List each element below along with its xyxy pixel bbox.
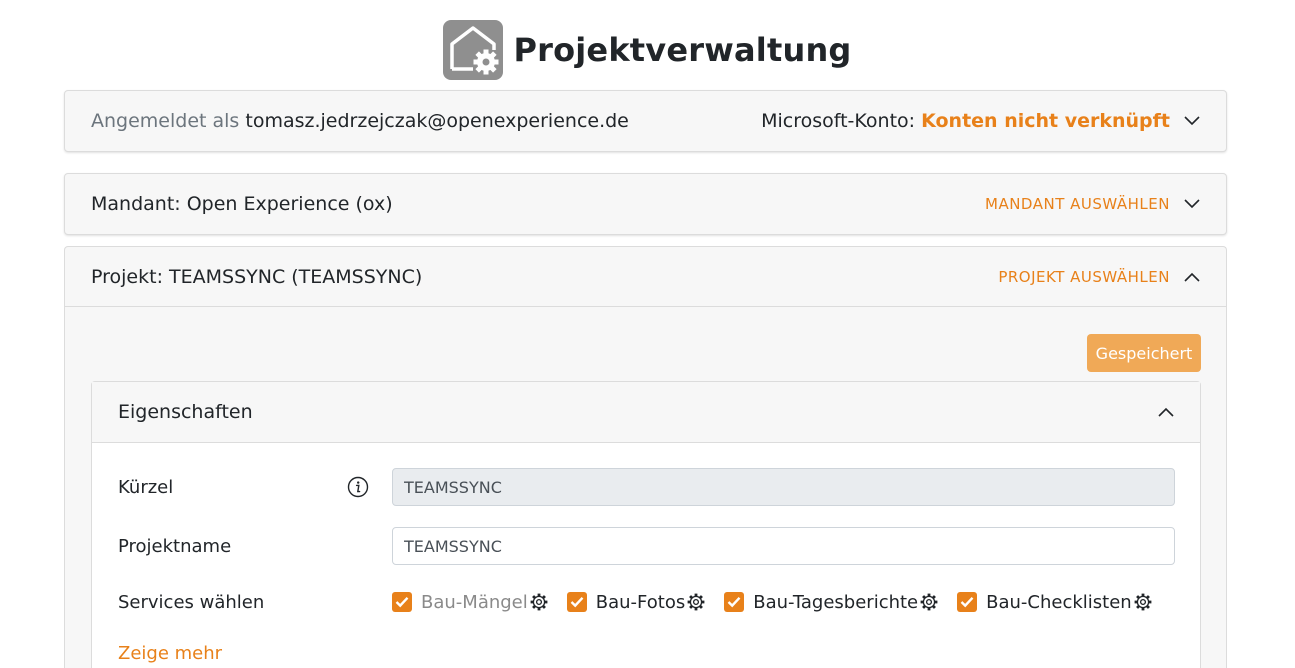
service-label: Bau-Fotos: [595, 591, 686, 613]
mandant-panel[interactable]: Mandant: Open Experience (ox) MANDANT AU…: [64, 173, 1227, 235]
app-header: Projektverwaltung: [0, 20, 1295, 80]
gear-icon[interactable]: [686, 592, 706, 612]
saved-button[interactable]: Gespeichert: [1087, 334, 1201, 372]
select-mandant-button[interactable]: MANDANT AUSWÄHLEN: [985, 195, 1170, 213]
services-row: Services wählen Bau-Mängel Bau-Fotos Bau…: [118, 582, 1175, 622]
logged-in-prefix: Angemeldet als: [91, 110, 240, 132]
info-icon[interactable]: [347, 476, 369, 498]
projekt-panel: Projekt: TEAMSSYNC (TEAMSSYNC) PROJEKT A…: [64, 246, 1227, 668]
service-label: Bau-Mängel: [421, 591, 528, 613]
service-label: Bau-Tagesberichte: [753, 591, 919, 613]
chevron-up-icon[interactable]: [1184, 272, 1200, 282]
chevron-down-icon[interactable]: [1184, 116, 1200, 126]
chevron-up-icon[interactable]: [1158, 407, 1174, 417]
projektname-row: Projektname: [118, 526, 1175, 566]
service-item[interactable]: Bau-Fotos: [566, 591, 706, 613]
projekt-label: Projekt: TEAMSSYNC (TEAMSSYNC): [91, 265, 423, 288]
properties-panel: Eigenschaften Kürzel Projektname Service…: [91, 381, 1201, 668]
microsoft-account-status[interactable]: Konten nicht verknüpft: [921, 110, 1170, 132]
chevron-down-icon[interactable]: [1184, 199, 1200, 209]
service-checkbox[interactable]: [957, 592, 978, 612]
select-projekt-button[interactable]: PROJEKT AUSWÄHLEN: [998, 268, 1170, 286]
mandant-label: Mandant: Open Experience (ox): [91, 193, 393, 215]
service-item[interactable]: Bau-Checklisten: [957, 592, 1153, 613]
show-more-link[interactable]: Zeige mehr: [118, 643, 222, 664]
properties-title: Eigenschaften: [118, 401, 253, 423]
service-item[interactable]: Bau-Mängel: [392, 592, 549, 613]
account-panel[interactable]: Angemeldet als tomasz.jedrzejczak@openex…: [64, 90, 1227, 152]
gear-icon[interactable]: [1133, 592, 1153, 612]
gear-icon[interactable]: [529, 592, 549, 612]
service-checkbox[interactable]: [392, 592, 412, 612]
kuerzel-input[interactable]: [392, 468, 1175, 506]
service-checkbox[interactable]: [724, 592, 745, 612]
services-list: Bau-Mängel Bau-Fotos Bau-Tagesberichte B…: [392, 592, 1171, 613]
service-item[interactable]: Bau-Tagesberichte: [724, 592, 939, 613]
user-email: tomasz.jedrzejczak@openexperience.de: [245, 110, 629, 132]
kuerzel-row: Kürzel: [118, 467, 1175, 507]
projektname-label: Projektname: [118, 535, 232, 557]
microsoft-account-label: Microsoft-Konto:: [761, 110, 916, 132]
projektname-input[interactable]: [392, 527, 1175, 565]
house-gear-icon: [443, 20, 504, 80]
service-checkbox[interactable]: [566, 592, 587, 612]
services-label: Services wählen: [118, 591, 265, 613]
gear-icon[interactable]: [919, 592, 939, 612]
service-label: Bau-Checklisten: [986, 591, 1132, 613]
app-title: Projektverwaltung: [513, 31, 852, 69]
